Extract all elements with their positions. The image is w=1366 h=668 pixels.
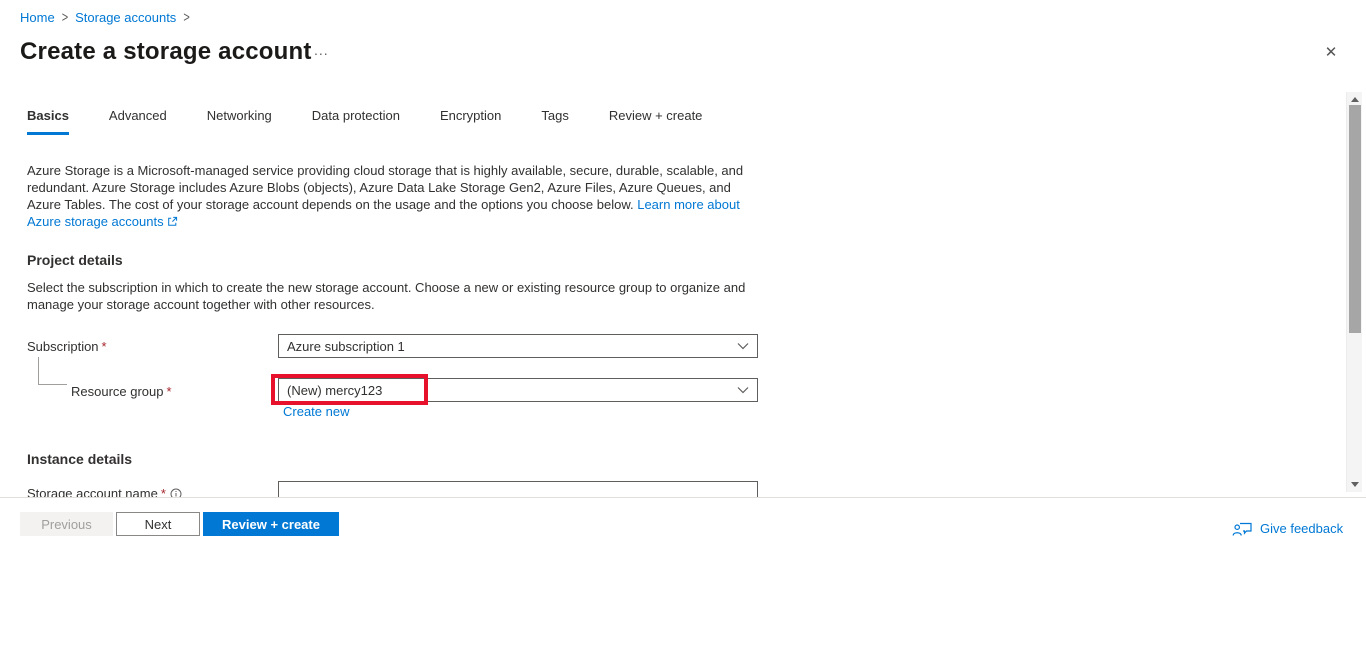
breadcrumb-separator: >: [183, 9, 190, 26]
storage-account-name-input[interactable]: [278, 481, 758, 497]
scrollbar-thumb[interactable]: [1349, 105, 1361, 333]
tab-encryption[interactable]: Encryption: [440, 108, 501, 135]
footer-divider: [0, 497, 1366, 498]
subscription-dropdown[interactable]: Azure subscription 1: [278, 334, 758, 358]
breadcrumb-separator: >: [61, 9, 69, 26]
chevron-down-icon: [737, 342, 749, 350]
breadcrumb-storage-accounts[interactable]: Storage accounts: [75, 10, 176, 25]
resource-group-label-text: Resource group: [71, 384, 164, 399]
intro-body: Azure Storage is a Microsoft-managed ser…: [27, 163, 744, 212]
storage-account-name-label-text: Storage account name: [27, 486, 158, 497]
feedback-label: Give feedback: [1260, 521, 1344, 536]
content-pane: Basics Advanced Networking Data protecti…: [0, 90, 1346, 497]
project-details-description: Select the subscription in which to crea…: [27, 280, 746, 312]
close-icon[interactable]: ✕: [1320, 41, 1342, 63]
page-title: Create a storage account: [20, 38, 312, 65]
storage-account-name-label: Storage account name *: [27, 486, 182, 497]
tab-basics[interactable]: Basics: [27, 108, 69, 135]
breadcrumb-home[interactable]: Home: [20, 10, 55, 25]
review-create-button[interactable]: Review + create: [203, 512, 339, 536]
intro-text: Azure Storage is a Microsoft-managed ser…: [27, 162, 753, 231]
resource-group-dropdown[interactable]: (New) mercy123: [278, 378, 758, 402]
subscription-value: Azure subscription 1: [287, 338, 405, 354]
field-connector-line: [38, 357, 67, 385]
create-new-link[interactable]: Create new: [283, 404, 349, 419]
tab-tags[interactable]: Tags: [541, 108, 568, 135]
next-button[interactable]: Next: [116, 512, 200, 536]
required-marker: *: [101, 339, 107, 354]
required-marker: *: [166, 384, 172, 399]
breadcrumb: Home > Storage accounts >: [20, 9, 190, 26]
chevron-down-icon: [737, 386, 749, 394]
resource-group-value: (New) mercy123: [287, 382, 383, 398]
vertical-scrollbar[interactable]: [1346, 92, 1362, 492]
more-options-icon[interactable]: ...: [314, 42, 329, 58]
external-link-icon: [167, 214, 178, 231]
project-details-heading: Project details: [27, 252, 123, 268]
subscription-label: Subscription *: [27, 339, 107, 354]
resource-group-label: Resource group *: [71, 384, 172, 399]
tab-review-create[interactable]: Review + create: [609, 108, 703, 135]
info-icon: [170, 488, 182, 497]
tab-bar: Basics Advanced Networking Data protecti…: [27, 108, 702, 135]
tab-data-protection[interactable]: Data protection: [312, 108, 400, 135]
previous-button[interactable]: Previous: [20, 512, 113, 536]
required-marker: *: [160, 486, 166, 497]
give-feedback-link[interactable]: Give feedback: [1232, 520, 1343, 537]
subscription-label-text: Subscription: [27, 339, 99, 354]
feedback-icon: [1232, 520, 1253, 537]
tab-advanced[interactable]: Advanced: [109, 108, 167, 135]
scroll-up-icon[interactable]: [1351, 97, 1359, 102]
tab-networking[interactable]: Networking: [207, 108, 272, 135]
instance-details-heading: Instance details: [27, 451, 133, 467]
scroll-down-icon[interactable]: [1351, 482, 1359, 487]
